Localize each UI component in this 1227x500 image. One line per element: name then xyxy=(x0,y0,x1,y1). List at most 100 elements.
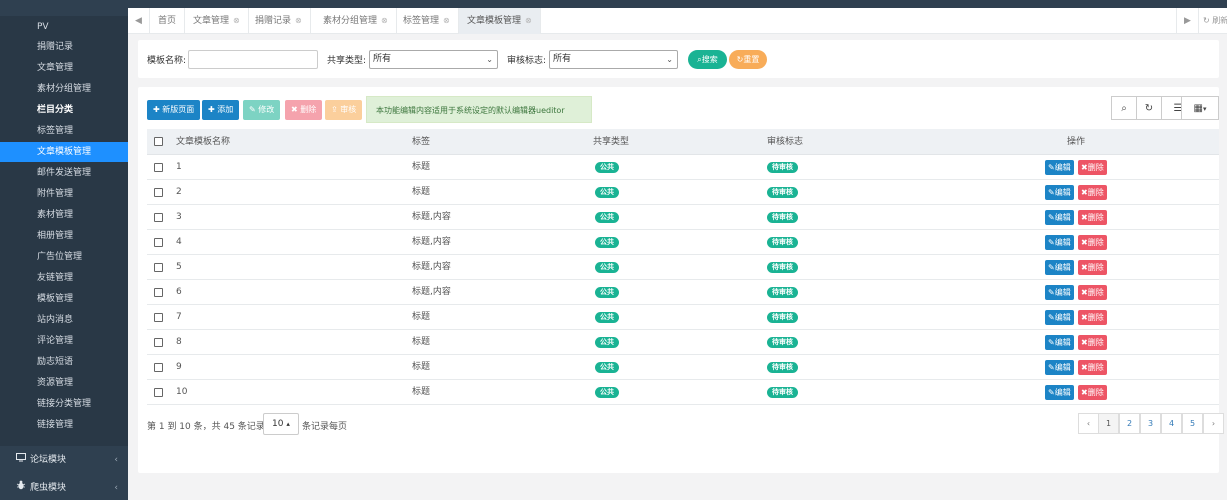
pagination-page[interactable]: 4 xyxy=(1161,413,1182,434)
sidebar-item[interactable]: 资源管理 xyxy=(0,373,128,393)
row-delete-button[interactable]: ✖删除 xyxy=(1078,235,1107,250)
audit-flag-select[interactable]: 所有 ⌄ xyxy=(549,50,678,69)
row-delete-button[interactable]: ✖删除 xyxy=(1078,160,1107,175)
row-checkbox[interactable] xyxy=(154,213,163,222)
table-row[interactable]: 10 标题 公共 待审核 ✎编辑 ✖删除 xyxy=(147,380,1219,405)
row-edit-button[interactable]: ✎编辑 xyxy=(1045,385,1074,400)
row-delete-button[interactable]: ✖删除 xyxy=(1078,285,1107,300)
search-button[interactable]: ⌕搜索 xyxy=(688,50,727,69)
row-checkbox[interactable] xyxy=(154,288,163,297)
sidebar-item[interactable]: 附件管理 xyxy=(0,184,128,204)
tab[interactable]: 首页 xyxy=(150,8,186,34)
sidebar-item[interactable]: 链接管理 xyxy=(0,415,128,435)
tab[interactable]: 素材分组管理 ⊗ xyxy=(315,8,397,34)
sidebar-item[interactable]: 友链管理 xyxy=(0,268,128,288)
row-checkbox[interactable] xyxy=(154,363,163,372)
close-tab-icon[interactable]: ⊗ xyxy=(295,16,302,25)
row-edit-button[interactable]: ✎编辑 xyxy=(1045,310,1074,325)
table-row[interactable]: 8 标题 公共 待审核 ✎编辑 ✖删除 xyxy=(147,330,1219,355)
template-name-input[interactable] xyxy=(188,50,318,69)
column-header[interactable]: 文章模板名称 xyxy=(176,129,230,155)
sidebar-item[interactable]: 邮件发送管理 xyxy=(0,163,128,183)
table-row[interactable]: 7 标题 公共 待审核 ✎编辑 ✖删除 xyxy=(147,305,1219,330)
table-row[interactable]: 5 标题,内容 公共 待审核 ✎编辑 ✖删除 xyxy=(147,255,1219,280)
audit-button[interactable]: ⇪ 审核 xyxy=(325,100,363,120)
share-type-select[interactable]: 所有 ⌄ xyxy=(369,50,498,69)
sidebar-item[interactable]: 广告位管理 xyxy=(0,247,128,267)
row-edit-button[interactable]: ✎编辑 xyxy=(1045,210,1074,225)
row-delete-button[interactable]: ✖删除 xyxy=(1078,385,1107,400)
table-refresh-button[interactable]: ↻ xyxy=(1136,96,1162,120)
row-checkbox[interactable] xyxy=(154,188,163,197)
sidebar-item[interactable]: 相册管理 xyxy=(0,226,128,246)
reset-button[interactable]: ↻重置 xyxy=(729,50,767,69)
row-checkbox[interactable] xyxy=(154,338,163,347)
row-delete-button[interactable]: ✖删除 xyxy=(1078,310,1107,325)
column-header[interactable]: 审核标志 xyxy=(767,129,803,155)
table-row[interactable]: 4 标题,内容 公共 待审核 ✎编辑 ✖删除 xyxy=(147,230,1219,255)
row-delete-button[interactable]: ✖删除 xyxy=(1078,260,1107,275)
row-edit-button[interactable]: ✎编辑 xyxy=(1045,235,1074,250)
select-all-checkbox[interactable] xyxy=(154,137,163,146)
row-checkbox[interactable] xyxy=(154,388,163,397)
sidebar-item[interactable]: 模板管理 xyxy=(0,289,128,309)
table-row[interactable]: 1 标题 公共 待审核 ✎编辑 ✖删除 xyxy=(147,155,1219,180)
column-header[interactable]: 标签 xyxy=(412,129,430,155)
row-edit-button[interactable]: ✎编辑 xyxy=(1045,160,1074,175)
row-checkbox[interactable] xyxy=(154,263,163,272)
sidebar-item[interactable]: 素材分组管理 xyxy=(0,79,128,99)
sidebar-item[interactable]: 文章模板管理 xyxy=(0,142,128,162)
table-row[interactable]: 2 标题 公共 待审核 ✎编辑 ✖删除 xyxy=(147,180,1219,205)
row-edit-button[interactable]: ✎编辑 xyxy=(1045,335,1074,350)
row-checkbox[interactable] xyxy=(154,238,163,247)
close-tab-icon[interactable]: ⊗ xyxy=(443,16,450,25)
close-tab-icon[interactable]: ⊗ xyxy=(381,16,388,25)
delete-button[interactable]: ✖ 删除 xyxy=(285,100,323,120)
pagination-page[interactable]: 2 xyxy=(1119,413,1140,434)
sidebar-item[interactable]: PV xyxy=(0,17,128,37)
sidebar-group-spider[interactable]: 爬虫模块 ‹ xyxy=(0,474,128,500)
row-edit-button[interactable]: ✎编辑 xyxy=(1045,260,1074,275)
tab[interactable]: 捐赠记录 ⊗ xyxy=(247,8,311,34)
sidebar-item[interactable]: 链接分类管理 xyxy=(0,394,128,414)
new-page-button[interactable]: ✚ 新版页面 xyxy=(147,100,201,120)
sidebar-item[interactable]: 文章管理 xyxy=(0,58,128,78)
tab[interactable]: 文章管理 ⊗ xyxy=(185,8,249,34)
pagination-page[interactable]: 1 xyxy=(1098,413,1119,434)
sidebar-item[interactable]: 栏目分类 xyxy=(0,100,128,120)
close-tab-icon[interactable]: ⊗ xyxy=(233,16,240,25)
sidebar-item[interactable]: 评论管理 xyxy=(0,331,128,351)
row-edit-button[interactable]: ✎编辑 xyxy=(1045,360,1074,375)
tab-scroll-left-button[interactable]: ◀ xyxy=(128,8,150,34)
pagination-page[interactable]: 5 xyxy=(1182,413,1203,434)
pagination-next[interactable]: › xyxy=(1203,413,1224,434)
table-row[interactable]: 9 标题 公共 待审核 ✎编辑 ✖删除 xyxy=(147,355,1219,380)
tab[interactable]: 文章模板管理 ⊗ xyxy=(459,8,541,34)
sidebar-item[interactable]: 捐赠记录 xyxy=(0,37,128,57)
row-delete-button[interactable]: ✖删除 xyxy=(1078,210,1107,225)
row-edit-button[interactable]: ✎编辑 xyxy=(1045,185,1074,200)
table-row[interactable]: 3 标题,内容 公共 待审核 ✎编辑 ✖删除 xyxy=(147,205,1219,230)
sidebar-group-forum[interactable]: 论坛模块 ‹ xyxy=(0,446,128,474)
row-delete-button[interactable]: ✖删除 xyxy=(1078,335,1107,350)
table-search-button[interactable]: ⌕ xyxy=(1111,96,1137,120)
row-delete-button[interactable]: ✖删除 xyxy=(1078,185,1107,200)
edit-button[interactable]: ✎ 修改 xyxy=(243,100,281,120)
column-header[interactable]: 共享类型 xyxy=(593,129,629,155)
table-columns-button[interactable]: ▦▾ xyxy=(1181,96,1219,120)
sidebar-item[interactable]: 站内消息 xyxy=(0,310,128,330)
sidebar-item[interactable]: 标签管理 xyxy=(0,121,128,141)
sidebar-item[interactable]: 素材管理 xyxy=(0,205,128,225)
pagination-page[interactable]: 3 xyxy=(1140,413,1161,434)
row-checkbox[interactable] xyxy=(154,163,163,172)
tab-scroll-right-button[interactable]: ▶ xyxy=(1176,8,1198,34)
page-size-select[interactable]: 10 ▴ xyxy=(263,413,299,435)
row-checkbox[interactable] xyxy=(154,313,163,322)
row-delete-button[interactable]: ✖删除 xyxy=(1078,360,1107,375)
sidebar-item[interactable]: 励志短语 xyxy=(0,352,128,372)
table-row[interactable]: 6 标题,内容 公共 待审核 ✎编辑 ✖删除 xyxy=(147,280,1219,305)
row-edit-button[interactable]: ✎编辑 xyxy=(1045,285,1074,300)
close-tab-icon[interactable]: ⊗ xyxy=(525,16,532,25)
add-button[interactable]: ✚ 添加 xyxy=(202,100,240,120)
tab-refresh-button[interactable]: ↻ 刷新 xyxy=(1198,8,1227,34)
